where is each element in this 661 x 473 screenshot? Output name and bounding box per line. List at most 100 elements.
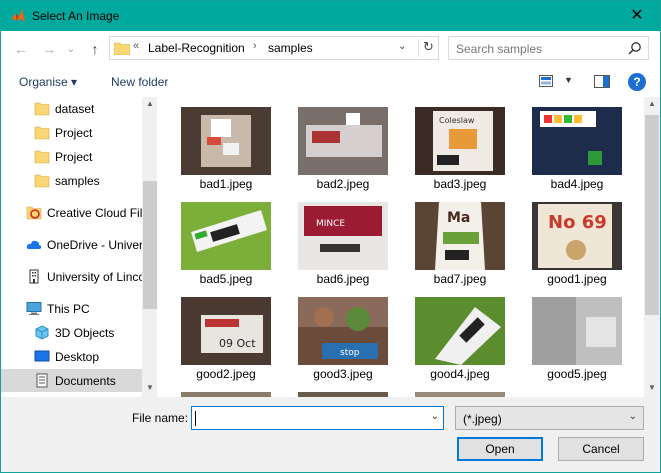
help-icon[interactable]: ? — [628, 73, 646, 91]
sidebar-item-samples[interactable]: samples — [1, 169, 143, 192]
file-name: good4.jpeg — [430, 367, 490, 381]
sidebar-item-label: Project — [55, 150, 93, 164]
new-folder-button[interactable]: New folder — [111, 75, 168, 89]
scrollbar-thumb[interactable] — [143, 181, 157, 309]
file-name: good2.jpeg — [196, 367, 256, 381]
chevron-down-icon: ⌄ — [628, 411, 637, 422]
organise-menu[interactable]: Organise ▾ — [19, 75, 77, 89]
preview-pane-icon[interactable] — [594, 75, 610, 88]
file-tile-good2[interactable]: 09 Oct good2.jpeg — [176, 287, 276, 382]
file-tile-partial[interactable] — [410, 382, 510, 397]
file-name: bad6.jpeg — [316, 272, 370, 286]
thumbnail-text: Coleslaw — [439, 116, 475, 125]
sidebar-item-project-2[interactable]: Project — [1, 145, 143, 168]
sidebar-item-label: OneDrive - Univer — [47, 238, 144, 252]
sidebar-item-label: Project — [55, 126, 93, 140]
breadcrumb-overflow[interactable]: « — [133, 40, 139, 52]
address-bar[interactable]: « Label-Recognition › samples ⌄ ↻ — [109, 36, 439, 60]
file-tile-bad2[interactable]: bad2.jpeg — [293, 97, 393, 192]
folder-icon — [34, 174, 50, 188]
filename-dropdown[interactable]: ⌄ — [431, 411, 439, 422]
sidebar-item-university[interactable]: University of Linco — [1, 265, 146, 288]
file-tile-bad7[interactable]: Ma bad7.jpeg — [410, 192, 510, 287]
sidebar-item-label: dataset — [55, 102, 95, 116]
file-list-scrollbar[interactable]: ▲ ▼ — [644, 97, 660, 397]
sidebar-item-dataset[interactable]: dataset — [1, 97, 143, 120]
text-caret — [195, 411, 196, 426]
sidebar-item-onedrive[interactable]: OneDrive - Univer — [1, 233, 143, 256]
building-icon — [29, 269, 39, 284]
sidebar-item-creative-cloud[interactable]: Creative Cloud Fil — [1, 201, 143, 224]
sidebar-item-label: samples — [55, 174, 100, 188]
cancel-button[interactable]: Cancel — [558, 437, 644, 461]
scroll-up-button[interactable]: ▲ — [142, 99, 157, 108]
up-button[interactable]: ↑ — [85, 39, 105, 59]
sidebar-item-label: Documents — [55, 374, 116, 388]
desktop-icon — [34, 350, 50, 362]
file-tile-bad5[interactable]: bad5.jpeg — [176, 192, 276, 287]
file-tile-bad6[interactable]: MINCE bad6.jpeg — [293, 192, 393, 287]
view-icon[interactable] — [539, 75, 553, 87]
view-dropdown[interactable]: ▼ — [564, 75, 573, 85]
sidebar-item-documents[interactable]: Documents — [1, 369, 143, 392]
scrollbar-thumb[interactable] — [645, 115, 659, 315]
image-thumbnail: stop — [298, 297, 388, 365]
file-tile-good3[interactable]: stop good3.jpeg — [293, 287, 393, 382]
sidebar-item-desktop[interactable]: Desktop — [1, 345, 143, 368]
command-bar: Organise ▾ New folder ▼ ? — [1, 67, 660, 97]
breadcrumb-label-recognition[interactable]: Label-Recognition — [148, 41, 245, 55]
filetype-value: (*.jpeg) — [463, 412, 502, 426]
sidebar-item-label: Desktop — [55, 350, 100, 364]
breadcrumb-separator[interactable]: › — [253, 40, 257, 52]
sidebar-item-project[interactable]: Project — [1, 121, 143, 144]
sidebar-item-3d-objects[interactable]: 3D Objects — [1, 321, 143, 344]
file-tile-bad4[interactable]: bad4.jpeg — [527, 97, 627, 192]
image-thumbnail — [532, 297, 622, 365]
folder-icon — [34, 102, 50, 116]
scroll-down-button[interactable]: ▼ — [644, 383, 660, 392]
file-tile-good5[interactable]: good5.jpeg — [527, 287, 627, 382]
image-thumbnail: Ma — [415, 202, 505, 270]
file-name: good3.jpeg — [313, 367, 373, 381]
file-tile-bad3[interactable]: Coleslaw bad3.jpeg — [410, 97, 510, 192]
address-dropdown[interactable]: ⌄ — [398, 41, 406, 52]
folder-icon — [34, 126, 50, 140]
forward-button[interactable]: → — [39, 39, 59, 59]
thumbnail-text: 09 Oct — [219, 337, 256, 350]
file-tile-partial[interactable] — [293, 382, 393, 397]
sidebar-item-label: This PC — [47, 302, 90, 316]
open-button[interactable]: Open — [457, 437, 543, 461]
file-dialog: Select An Image ✕ ← → ⌄ ↑ « Label-Recogn… — [0, 0, 661, 473]
dialog-footer: File name: ⌄ (*.jpeg) ⌄ Open Cancel — [1, 397, 660, 472]
filename-input[interactable]: ⌄ — [191, 406, 444, 430]
sidebar-scrollbar[interactable]: ▲ ▼ — [142, 97, 157, 397]
back-button[interactable]: ← — [11, 39, 31, 59]
scroll-up-button[interactable]: ▲ — [644, 99, 660, 108]
image-thumbnail: Coleslaw — [415, 107, 505, 175]
search-box[interactable]: Search samples — [448, 36, 649, 60]
close-button[interactable]: ✕ — [614, 1, 660, 31]
image-thumbnail — [181, 202, 271, 270]
file-name: bad3.jpeg — [433, 177, 487, 191]
sidebar-item-label: 3D Objects — [55, 326, 115, 340]
cloud-icon — [26, 240, 42, 249]
document-icon — [36, 373, 48, 388]
title-bar[interactable]: Select An Image ✕ — [1, 1, 660, 31]
image-thumbnail — [532, 107, 622, 175]
file-tile-partial[interactable] — [176, 382, 276, 397]
breadcrumb-samples[interactable]: samples — [268, 41, 313, 55]
file-tile-bad1[interactable]: bad1.jpeg — [176, 97, 276, 192]
folder-icon — [34, 150, 50, 164]
search-input[interactable]: Search samples — [456, 42, 542, 56]
file-tile-good4[interactable]: good4.jpeg — [410, 287, 510, 382]
window-title: Select An Image — [32, 9, 120, 23]
recent-locations-button[interactable]: ⌄ — [61, 39, 81, 59]
sidebar-item-label: University of Linco — [47, 270, 146, 284]
thumbnail-text: MINCE — [316, 219, 345, 229]
sidebar-item-this-pc[interactable]: This PC — [1, 297, 143, 320]
filetype-select[interactable]: (*.jpeg) ⌄ — [455, 406, 644, 430]
file-name: good1.jpeg — [547, 272, 607, 286]
file-tile-good1[interactable]: No 69 good1.jpeg — [527, 192, 627, 287]
scroll-down-button[interactable]: ▼ — [142, 383, 157, 392]
refresh-button[interactable]: ↻ — [418, 39, 438, 57]
